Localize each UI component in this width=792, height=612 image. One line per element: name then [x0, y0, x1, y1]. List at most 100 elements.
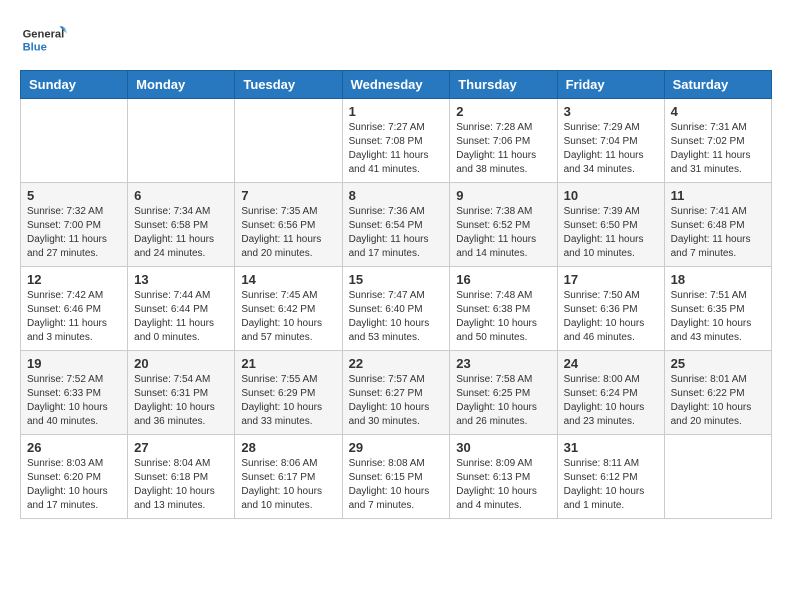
calendar-header-row: SundayMondayTuesdayWednesdayThursdayFrid… — [21, 71, 772, 99]
day-info: Sunrise: 8:03 AM Sunset: 6:20 PM Dayligh… — [27, 457, 121, 513]
calendar-cell: 18 Sunrise: 7:51 AM Sunset: 6:35 PM Dayli… — [664, 267, 771, 351]
calendar-cell: 25Sunrise: 8:01 AM Sunset: 6:22 PM Dayli… — [664, 351, 771, 435]
day-number: 5 — [27, 188, 121, 203]
day-number: 31 — [564, 440, 658, 455]
svg-text:Blue: Blue — [23, 41, 47, 53]
day-number: 19 — [27, 356, 121, 371]
calendar-cell: 16 Sunrise: 7:48 AM Sunset: 6:38 PM Dayli… — [450, 267, 557, 351]
svg-text:General: General — [23, 29, 65, 41]
day-info: Sunrise: 8:06 AM Sunset: 6:17 PM Dayligh… — [241, 457, 335, 513]
calendar-cell: 11 Sunrise: 7:41 AM Sunset: 6:48 PM Dayli… — [664, 183, 771, 267]
calendar-cell: 29Sunrise: 8:08 AM Sunset: 6:15 PM Dayli… — [342, 435, 450, 519]
day-info: Sunrise: 7:39 AM Sunset: 6:50 PM Dayligh… — [564, 205, 658, 261]
calendar-cell: 13 Sunrise: 7:44 AM Sunset: 6:44 PM Dayli… — [128, 267, 235, 351]
day-number: 18 — [671, 272, 765, 287]
weekday-header: Sunday — [21, 71, 128, 99]
page-header: General Blue — [20, 20, 772, 60]
calendar-cell: 17 Sunrise: 7:50 AM Sunset: 6:36 PM Dayli… — [557, 267, 664, 351]
calendar-cell: 9 Sunrise: 7:38 AM Sunset: 6:52 PM Daylig… — [450, 183, 557, 267]
calendar-cell: 5 Sunrise: 7:32 AM Sunset: 7:00 PM Daylig… — [21, 183, 128, 267]
day-info: Sunrise: 7:34 AM Sunset: 6:58 PM Dayligh… — [134, 205, 228, 261]
calendar-cell: 7 Sunrise: 7:35 AM Sunset: 6:56 PM Daylig… — [235, 183, 342, 267]
day-info: Sunrise: 7:44 AM Sunset: 6:44 PM Dayligh… — [134, 289, 228, 345]
day-info: Sunrise: 7:58 AM Sunset: 6:25 PM Dayligh… — [456, 373, 550, 429]
day-info: Sunrise: 7:42 AM Sunset: 6:46 PM Dayligh… — [27, 289, 121, 345]
day-number: 8 — [349, 188, 444, 203]
day-info: Sunrise: 7:36 AM Sunset: 6:54 PM Dayligh… — [349, 205, 444, 261]
calendar-week-row: 12 Sunrise: 7:42 AM Sunset: 6:46 PM Dayli… — [21, 267, 772, 351]
day-info: Sunrise: 8:11 AM Sunset: 6:12 PM Dayligh… — [564, 457, 658, 513]
day-info: Sunrise: 8:00 AM Sunset: 6:24 PM Dayligh… — [564, 373, 658, 429]
day-info: Sunrise: 7:27 AM Sunset: 7:08 PM Dayligh… — [349, 121, 444, 177]
day-info: Sunrise: 8:09 AM Sunset: 6:13 PM Dayligh… — [456, 457, 550, 513]
day-info: Sunrise: 7:54 AM Sunset: 6:31 PM Dayligh… — [134, 373, 228, 429]
day-number: 12 — [27, 272, 121, 287]
calendar-cell: 19Sunrise: 7:52 AM Sunset: 6:33 PM Dayli… — [21, 351, 128, 435]
day-info: Sunrise: 7:41 AM Sunset: 6:48 PM Dayligh… — [671, 205, 765, 261]
calendar-week-row: 5 Sunrise: 7:32 AM Sunset: 7:00 PM Daylig… — [21, 183, 772, 267]
calendar-cell: 6 Sunrise: 7:34 AM Sunset: 6:58 PM Daylig… — [128, 183, 235, 267]
calendar-cell: 24 Sunrise: 8:00 AM Sunset: 6:24 PM Dayli… — [557, 351, 664, 435]
day-info: Sunrise: 7:38 AM Sunset: 6:52 PM Dayligh… — [456, 205, 550, 261]
calendar-week-row: 1 Sunrise: 7:27 AM Sunset: 7:08 PM Daylig… — [21, 99, 772, 183]
calendar-cell — [235, 99, 342, 183]
day-info: Sunrise: 7:50 AM Sunset: 6:36 PM Dayligh… — [564, 289, 658, 345]
calendar-cell: 14 Sunrise: 7:45 AM Sunset: 6:42 PM Dayli… — [235, 267, 342, 351]
logo-icon: General Blue — [20, 20, 70, 60]
day-number: 30 — [456, 440, 550, 455]
weekday-header: Monday — [128, 71, 235, 99]
weekday-header: Tuesday — [235, 71, 342, 99]
day-info: Sunrise: 7:28 AM Sunset: 7:06 PM Dayligh… — [456, 121, 550, 177]
calendar-cell: 15 Sunrise: 7:47 AM Sunset: 6:40 PM Dayli… — [342, 267, 450, 351]
day-info: Sunrise: 7:45 AM Sunset: 6:42 PM Dayligh… — [241, 289, 335, 345]
day-number: 23 — [456, 356, 550, 371]
calendar-cell: 4Sunrise: 7:31 AM Sunset: 7:02 PM Daylig… — [664, 99, 771, 183]
day-number: 29 — [349, 440, 444, 455]
day-info: Sunrise: 7:32 AM Sunset: 7:00 PM Dayligh… — [27, 205, 121, 261]
day-number: 6 — [134, 188, 228, 203]
day-info: Sunrise: 8:04 AM Sunset: 6:18 PM Dayligh… — [134, 457, 228, 513]
day-number: 21 — [241, 356, 335, 371]
day-number: 16 — [456, 272, 550, 287]
calendar-cell — [664, 435, 771, 519]
day-number: 14 — [241, 272, 335, 287]
day-number: 10 — [564, 188, 658, 203]
calendar-cell: 20 Sunrise: 7:54 AM Sunset: 6:31 PM Dayli… — [128, 351, 235, 435]
calendar-cell: 27 Sunrise: 8:04 AM Sunset: 6:18 PM Dayli… — [128, 435, 235, 519]
calendar-cell: 28Sunrise: 8:06 AM Sunset: 6:17 PM Dayli… — [235, 435, 342, 519]
day-info: Sunrise: 7:29 AM Sunset: 7:04 PM Dayligh… — [564, 121, 658, 177]
calendar-cell: 12 Sunrise: 7:42 AM Sunset: 6:46 PM Dayli… — [21, 267, 128, 351]
calendar-cell: 31 Sunrise: 8:11 AM Sunset: 6:12 PM Dayli… — [557, 435, 664, 519]
weekday-header: Wednesday — [342, 71, 450, 99]
calendar-cell: 30 Sunrise: 8:09 AM Sunset: 6:13 PM Dayli… — [450, 435, 557, 519]
day-number: 25 — [671, 356, 765, 371]
day-number: 2 — [456, 104, 550, 119]
day-number: 7 — [241, 188, 335, 203]
calendar-week-row: 19Sunrise: 7:52 AM Sunset: 6:33 PM Dayli… — [21, 351, 772, 435]
calendar-cell: 10 Sunrise: 7:39 AM Sunset: 6:50 PM Dayli… — [557, 183, 664, 267]
calendar-cell: 21 Sunrise: 7:55 AM Sunset: 6:29 PM Dayli… — [235, 351, 342, 435]
calendar-table: SundayMondayTuesdayWednesdayThursdayFrid… — [20, 70, 772, 519]
day-number: 9 — [456, 188, 550, 203]
calendar-cell: 26 Sunrise: 8:03 AM Sunset: 6:20 PM Dayli… — [21, 435, 128, 519]
day-info: Sunrise: 7:35 AM Sunset: 6:56 PM Dayligh… — [241, 205, 335, 261]
day-info: Sunrise: 7:47 AM Sunset: 6:40 PM Dayligh… — [349, 289, 444, 345]
calendar-cell: 8 Sunrise: 7:36 AM Sunset: 6:54 PM Daylig… — [342, 183, 450, 267]
day-info: Sunrise: 7:51 AM Sunset: 6:35 PM Dayligh… — [671, 289, 765, 345]
day-info: Sunrise: 7:55 AM Sunset: 6:29 PM Dayligh… — [241, 373, 335, 429]
day-number: 3 — [564, 104, 658, 119]
day-number: 27 — [134, 440, 228, 455]
day-number: 1 — [349, 104, 444, 119]
day-number: 24 — [564, 356, 658, 371]
weekday-header: Saturday — [664, 71, 771, 99]
day-number: 15 — [349, 272, 444, 287]
day-number: 26 — [27, 440, 121, 455]
calendar-week-row: 26 Sunrise: 8:03 AM Sunset: 6:20 PM Dayli… — [21, 435, 772, 519]
day-number: 13 — [134, 272, 228, 287]
day-number: 20 — [134, 356, 228, 371]
day-info: Sunrise: 7:48 AM Sunset: 6:38 PM Dayligh… — [456, 289, 550, 345]
calendar-cell — [21, 99, 128, 183]
weekday-header: Friday — [557, 71, 664, 99]
day-number: 11 — [671, 188, 765, 203]
day-number: 17 — [564, 272, 658, 287]
